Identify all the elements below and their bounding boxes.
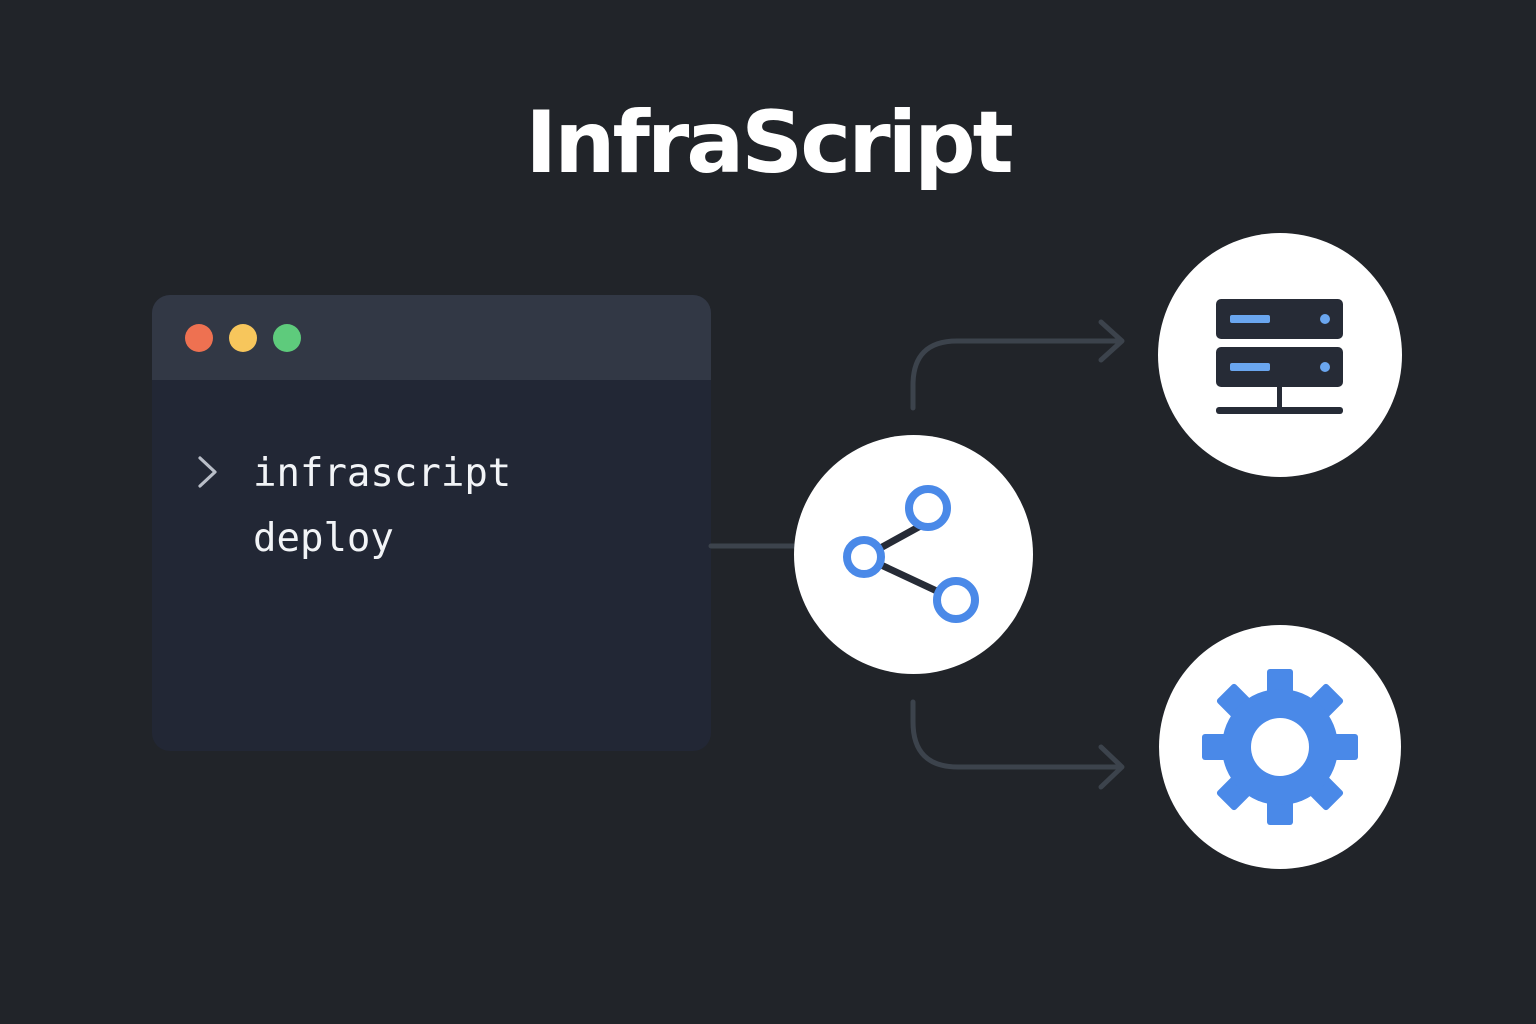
settings-node: [1159, 625, 1401, 869]
hub-to-gear-connector: [910, 699, 1123, 770]
server-icon: [1216, 299, 1343, 414]
hub-to-server-connector: [910, 338, 1123, 411]
server-node: [1158, 233, 1402, 477]
hub-node: [794, 435, 1033, 674]
gear-icon: [1202, 669, 1358, 825]
share-icon: [843, 485, 979, 623]
connector-lines: [708, 319, 1125, 790]
